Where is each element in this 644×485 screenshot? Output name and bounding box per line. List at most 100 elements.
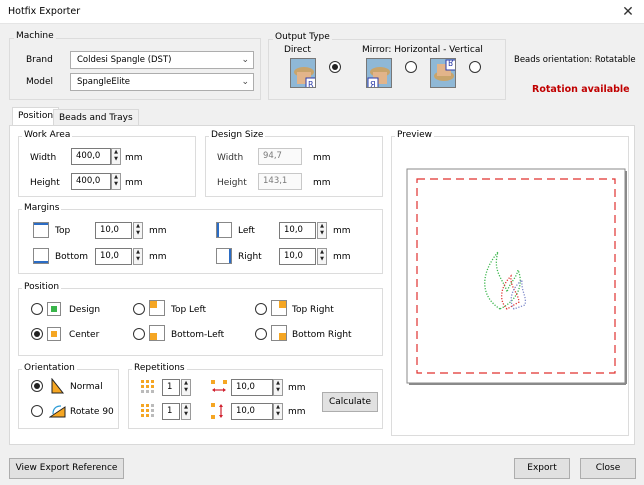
margin-bottom-input[interactable]: 10,0 (95, 248, 132, 265)
orientation-normal-radio[interactable] (31, 380, 43, 392)
mirror-horizontal-thumbnail[interactable]: Я (366, 58, 392, 88)
mirror-vertical-thumbnail[interactable]: R (430, 58, 456, 88)
spin-down-icon[interactable]: ▼ (112, 181, 120, 188)
spin-up-icon[interactable]: ▲ (112, 174, 120, 181)
position-bottom-left-label: Bottom-Left (171, 330, 225, 340)
view-export-reference-button[interactable]: View Export Reference (9, 458, 124, 479)
margin-top-input[interactable]: 10,0 (95, 222, 132, 239)
margin-right-spinner[interactable]: ▲ ▼ (317, 248, 327, 265)
top-left-position-icon (149, 300, 165, 316)
columns-spinner[interactable]: ▲ ▼ (181, 379, 191, 396)
spin-up-icon[interactable]: ▲ (318, 249, 326, 256)
close-button[interactable]: Close (580, 458, 636, 479)
tab-position-label: Position (18, 111, 54, 121)
margin-left-spinner[interactable]: ▲ ▼ (317, 222, 327, 239)
columns-input[interactable]: 1 (162, 379, 180, 396)
horizontal-spacing-spinner[interactable]: ▲ ▼ (273, 379, 283, 396)
margin-right-label: Right (238, 252, 262, 262)
position-bottom-right-radio[interactable] (255, 328, 267, 340)
rows-input[interactable]: 1 (162, 403, 180, 420)
horizontal-spacing-icon (211, 380, 227, 392)
center-position-icon (47, 327, 61, 341)
spin-down-icon[interactable]: ▼ (112, 156, 120, 163)
close-window-icon[interactable]: ✕ (618, 2, 638, 22)
svg-text:Я: Я (370, 80, 376, 88)
position-center-radio[interactable] (31, 328, 43, 340)
orientation-rotate-radio[interactable] (31, 405, 43, 417)
spin-down-icon[interactable]: ▼ (134, 230, 142, 237)
design-width-unit: mm (313, 153, 331, 163)
calculate-button[interactable]: Calculate (322, 392, 378, 412)
mirror-horizontal-radio[interactable] (405, 61, 417, 73)
svg-text:R: R (308, 80, 314, 88)
vertical-spacing-input[interactable]: 10,0 (231, 403, 273, 420)
spin-down-icon[interactable]: ▼ (182, 411, 190, 418)
margin-left-icon (216, 222, 232, 238)
spin-up-icon[interactable]: ▲ (134, 249, 142, 256)
output-type-label: Output Type (273, 32, 332, 42)
margin-right-value: 10,0 (284, 251, 303, 261)
work-area-label: Work Area (22, 130, 73, 140)
direct-radio[interactable] (329, 61, 341, 73)
margin-right-input[interactable]: 10,0 (279, 248, 316, 265)
margins-label: Margins (22, 203, 62, 213)
work-height-value: 400,0 (76, 176, 101, 186)
beads-orientation-text: Beads orientation: Rotatable (514, 55, 636, 65)
top-right-position-icon (271, 300, 287, 316)
position-top-right-label: Top Right (292, 305, 334, 315)
work-height-input[interactable]: 400,0 (71, 173, 111, 190)
margin-right-icon (216, 248, 232, 264)
spin-down-icon[interactable]: ▼ (134, 256, 142, 263)
brand-select-value: Coldesi Spangle (DST) (77, 55, 172, 65)
position-design-radio[interactable] (31, 303, 43, 315)
spin-down-icon[interactable]: ▼ (318, 256, 326, 263)
rotation-status-text: Rotation available (532, 84, 630, 95)
position-design-label: Design (69, 305, 101, 315)
export-button[interactable]: Export (514, 458, 570, 479)
work-width-spinner[interactable]: ▲ ▼ (111, 148, 121, 165)
photo-thumbnail-icon: Я (367, 59, 391, 88)
horizontal-spacing-input[interactable]: 10,0 (231, 379, 273, 396)
margin-left-input[interactable]: 10,0 (279, 222, 316, 239)
spin-up-icon[interactable]: ▲ (134, 223, 142, 230)
work-width-input[interactable]: 400,0 (71, 148, 111, 165)
work-height-spinner[interactable]: ▲ ▼ (111, 173, 121, 190)
rows-spinner[interactable]: ▲ ▼ (181, 403, 191, 420)
spin-up-icon[interactable]: ▲ (182, 380, 190, 387)
vertical-spacing-unit: mm (288, 407, 306, 417)
spin-up-icon[interactable]: ▲ (112, 149, 120, 156)
spin-up-icon[interactable]: ▲ (318, 223, 326, 230)
window-title: Hotfix Exporter (8, 6, 81, 17)
spin-down-icon[interactable]: ▼ (182, 387, 190, 394)
position-top-left-label: Top Left (171, 305, 206, 315)
rotate-90-icon (49, 405, 66, 418)
view-export-reference-label: View Export Reference (15, 463, 118, 473)
direct-thumbnail[interactable]: R (290, 58, 316, 88)
spin-up-icon[interactable]: ▲ (274, 404, 282, 411)
position-bottom-left-radio[interactable] (133, 328, 145, 340)
rows-value: 1 (167, 406, 173, 416)
machine-group-label: Machine (14, 31, 56, 41)
direct-label: Direct (284, 45, 311, 55)
orientation-rotate-label: Rotate 90 (70, 407, 114, 417)
tab-beads-and-trays[interactable]: Beads and Trays (53, 109, 139, 126)
mirror-vertical-radio[interactable] (469, 61, 481, 73)
close-button-label: Close (595, 463, 621, 473)
spin-up-icon[interactable]: ▲ (182, 404, 190, 411)
model-select[interactable]: SpangleElite ⌄ (70, 73, 254, 91)
margin-top-spinner[interactable]: ▲ ▼ (133, 222, 143, 239)
spin-down-icon[interactable]: ▼ (274, 387, 282, 394)
work-width-label: Width (30, 153, 57, 163)
tab-position[interactable]: Position (12, 107, 60, 126)
spin-up-icon[interactable]: ▲ (274, 380, 282, 387)
spin-down-icon[interactable]: ▼ (274, 411, 282, 418)
position-group (18, 288, 383, 356)
position-top-right-radio[interactable] (255, 303, 267, 315)
brand-select[interactable]: Coldesi Spangle (DST) ⌄ (70, 51, 254, 69)
spin-down-icon[interactable]: ▼ (318, 230, 326, 237)
vertical-spacing-spinner[interactable]: ▲ ▼ (273, 403, 283, 420)
margin-bottom-spinner[interactable]: ▲ ▼ (133, 248, 143, 265)
work-height-label: Height (30, 178, 60, 188)
position-top-left-radio[interactable] (133, 303, 145, 315)
calculate-button-label: Calculate (328, 397, 372, 407)
